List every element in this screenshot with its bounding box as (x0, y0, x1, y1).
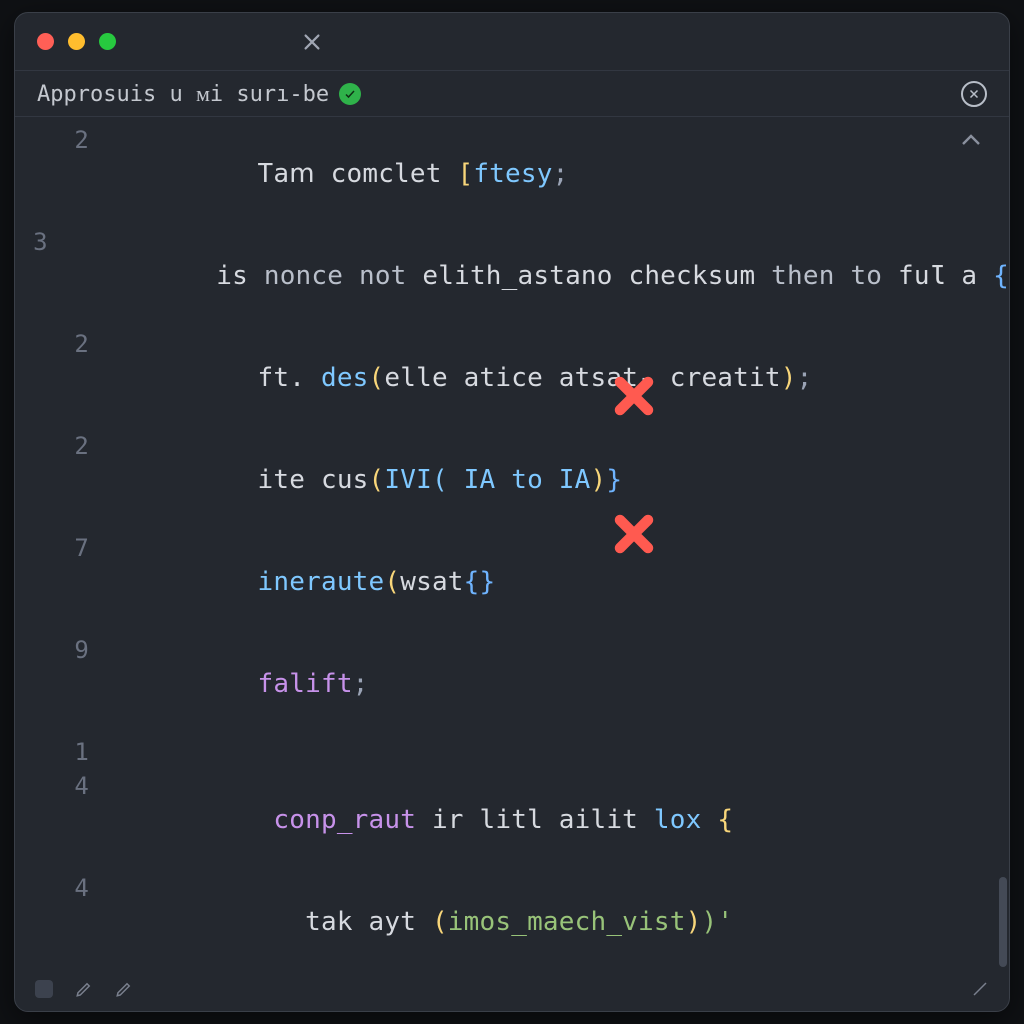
error-marker-icon[interactable] (613, 375, 655, 421)
edit-icon[interactable] (971, 980, 989, 998)
window-zoom-dot[interactable] (99, 33, 116, 50)
editor-window: Approsuis u ᴍi surı-be 2 Taⅿ comclet [ft… (14, 12, 1010, 1012)
file-path-text: Approsuis u ᴍi surı-be (37, 81, 329, 107)
traffic-lights (37, 33, 116, 50)
collapse-icon[interactable] (959, 129, 983, 157)
status-ok-icon (339, 83, 361, 105)
dismiss-button[interactable] (961, 81, 987, 107)
line-number: 2 (15, 429, 99, 463)
status-indicator[interactable] (35, 980, 53, 998)
code-line: 2 ite cus(IVI( IA to IA)} (15, 429, 1009, 531)
code-line: 2 Taⅿ comclet [ftesy; (15, 123, 1009, 225)
window-close-dot[interactable] (37, 33, 54, 50)
code-line: 4 conp_raut ir litl ailit lox { (15, 769, 1009, 871)
code-lines: 2 Taⅿ comclet [ftesy; 3 is nonce not eli… (15, 123, 1009, 967)
titlebar (15, 13, 1009, 71)
error-marker-icon[interactable] (613, 513, 655, 559)
code-editor[interactable]: 2 Taⅿ comclet [ftesy; 3 is nonce not eli… (15, 117, 1009, 967)
line-number: 1 (15, 735, 99, 769)
code-line: 2 ft. des(elle atice atsat- creatit); (15, 327, 1009, 429)
code-line: 9 falift; (15, 633, 1009, 735)
line-number: 4 (15, 769, 99, 803)
line-number: 3 (15, 225, 58, 259)
code-line: 1 (15, 735, 1009, 769)
pencil-icon[interactable] (115, 980, 133, 998)
window-minimize-dot[interactable] (68, 33, 85, 50)
line-number: 2 (15, 123, 99, 157)
line-number: 2 (15, 327, 99, 361)
code-line: 4 tak ayt (imos_maech_vist))' (15, 871, 1009, 967)
scrollbar-thumb[interactable] (999, 877, 1007, 967)
file-info-bar: Approsuis u ᴍi surı-be (15, 71, 1009, 117)
pencil-icon[interactable] (75, 980, 93, 998)
line-number: 7 (15, 531, 99, 565)
status-bar (15, 967, 1009, 1011)
line-number: 4 (15, 871, 99, 905)
code-line: 3 is nonce not elith_astano checksum the… (15, 225, 1009, 327)
line-number: 9 (15, 633, 99, 667)
tab-close-button[interactable] (301, 31, 323, 53)
code-line: 7 ineraute(wsat{} (15, 531, 1009, 633)
